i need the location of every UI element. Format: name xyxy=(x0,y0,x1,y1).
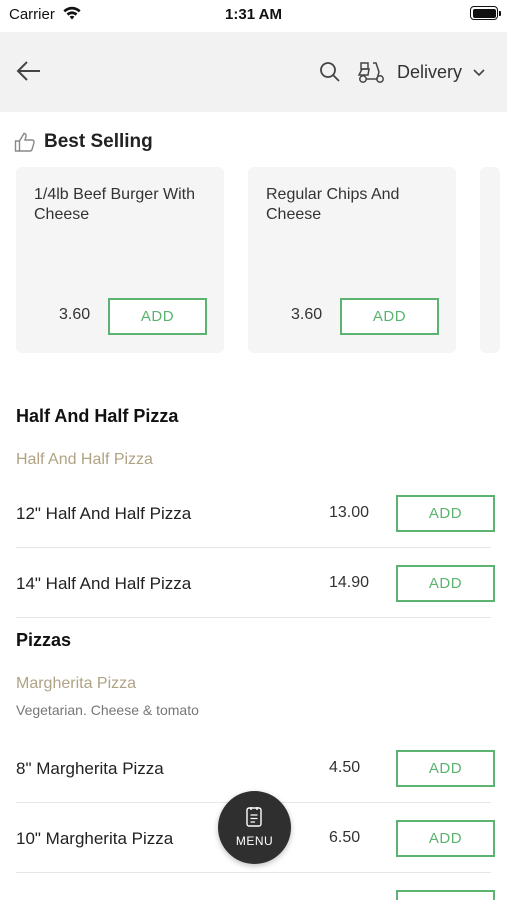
product-name: Regular Chips And Cheese xyxy=(266,186,400,223)
product-price: 3.60 xyxy=(59,306,91,323)
battery-icon xyxy=(470,6,501,20)
divider xyxy=(16,617,491,618)
menu-item-name: 12" Half And Half Pizza xyxy=(16,504,192,523)
add-button[interactable]: ADD xyxy=(108,298,207,335)
menu-item-name: 10" Margherita Pizza xyxy=(16,829,174,848)
add-button[interactable]: ADD xyxy=(396,750,495,787)
add-button[interactable]: ADD xyxy=(396,820,495,857)
subcategory-description: Vegetarian. Cheese & tomato xyxy=(16,702,199,718)
best-selling-heading: Best Selling xyxy=(14,131,153,153)
divider xyxy=(16,547,491,548)
menu-item-price: 4.50 xyxy=(329,759,361,776)
chevron-down-icon xyxy=(473,69,485,77)
menu-button[interactable]: MENU xyxy=(218,791,291,864)
menu-item-price: 14.90 xyxy=(329,574,370,591)
product-price: 3.60 xyxy=(291,306,323,323)
section-title: Pizzas xyxy=(16,630,72,650)
menu-item-name: 8" Margherita Pizza xyxy=(16,759,164,778)
section-title: Half And Half Pizza xyxy=(16,406,179,426)
subcategory-label: Margherita Pizza xyxy=(16,675,137,692)
add-button[interactable]: ADD xyxy=(396,565,495,602)
menu-item-name: 14" Half And Half Pizza xyxy=(16,574,192,593)
thumbs-up-icon xyxy=(14,132,35,152)
menu-item-price: 13.00 xyxy=(329,504,370,521)
product-name: 1/4lb Beef Burger With Cheese xyxy=(34,186,195,223)
subcategory-label: Half And Half Pizza xyxy=(16,451,153,468)
delivery-mode-selector[interactable]: Delivery xyxy=(357,58,486,86)
scooter-icon xyxy=(357,62,384,83)
menu-item-price: 6.50 xyxy=(329,829,361,846)
clock: 1:31 AM xyxy=(225,6,282,23)
back-arrow-icon[interactable] xyxy=(14,56,44,86)
best-selling-card-peek[interactable] xyxy=(480,167,500,353)
status-bar: Carrier 1:31 AM xyxy=(0,0,507,30)
add-button-partial[interactable] xyxy=(396,890,495,900)
add-button[interactable]: ADD xyxy=(396,495,495,532)
divider xyxy=(16,872,491,873)
add-button[interactable]: ADD xyxy=(340,298,439,335)
search-icon[interactable] xyxy=(318,60,342,84)
menu-button-label: MENU xyxy=(235,834,274,848)
app-header: Delivery xyxy=(0,32,507,112)
menu-book-icon xyxy=(246,807,262,827)
delivery-label: Delivery xyxy=(397,61,463,82)
best-selling-card[interactable]: Regular Chips And Cheese 3.60 ADD xyxy=(248,167,456,353)
best-selling-title: Best Selling xyxy=(44,131,153,152)
best-selling-card[interactable]: 1/4lb Beef Burger With Cheese 3.60 ADD xyxy=(16,167,224,353)
